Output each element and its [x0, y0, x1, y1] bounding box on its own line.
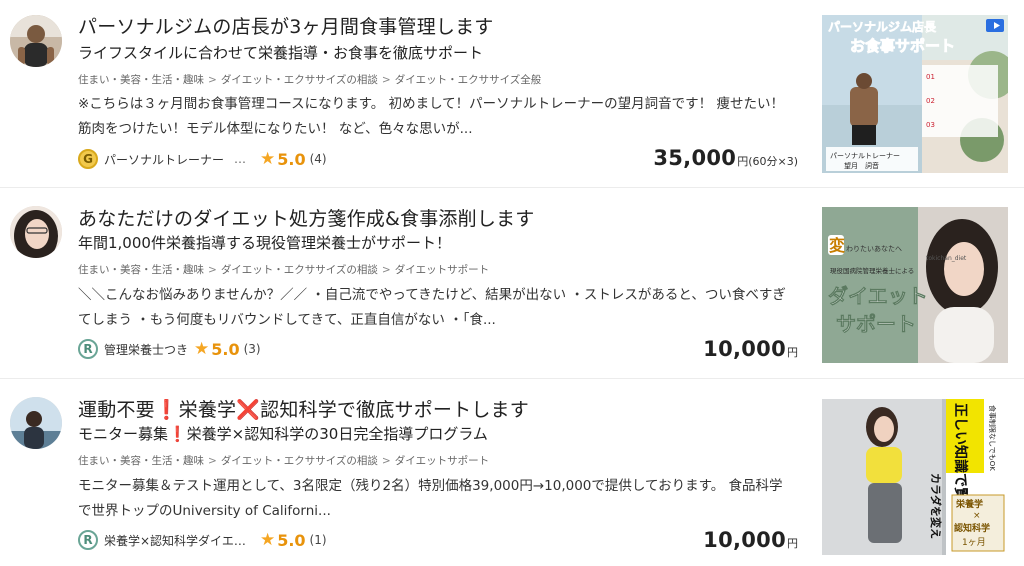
thumb-caption: 望月 詞音 [844, 161, 879, 170]
listing-thumbnail[interactable]: 変 わりたいあなたへ tokichan_diet 現役国病院管理栄養士による ダ… [822, 207, 1008, 363]
thumb-list: 03 [926, 121, 935, 129]
review-count: (1) [309, 533, 327, 547]
service-listing[interactable]: 運動不要❗栄養学❌認知科学で徹底サポートします モニター募集❗栄養学×認知科学の… [0, 379, 1024, 566]
service-listing[interactable]: パーソナルジムの店長が3ヶ月間食事管理します ライフスタイルに合わせて栄養指導・… [0, 0, 1024, 187]
listing-thumbnail[interactable]: パーソナルトレーナー 望月 詞音 01 02 03 パーソナルジム店長 お食事サ… [822, 15, 1008, 173]
listing-subtitle: モニター募集❗栄養学×認知科学の30日完全指導プログラム [78, 425, 488, 443]
thumb-line: ダイエット [828, 284, 928, 308]
price: 10,000 円 [703, 337, 798, 361]
thumb-small-text: わりたいあなたへ [846, 245, 902, 253]
breadcrumb-item[interactable]: 住まい・美容・生活・趣味 [78, 264, 204, 276]
price-unit: 円 [787, 346, 798, 359]
breadcrumb: 住まい・美容・生活・趣味 > ダイエット・エクササイズの相談 > ダイエット・エクササイ… [78, 72, 541, 87]
more-seller-info: … [234, 152, 247, 166]
listing-description: モニター募集＆テスト運用として、3名限定（残り2名）特別価格39,000円→10… [78, 474, 798, 524]
thumb-box-text: 栄養学 [955, 498, 983, 510]
thumb-tag: tokichan_diet [926, 255, 967, 262]
thumb-box-text: 1ヶ月 [962, 537, 986, 548]
chevron-right-icon: > [208, 264, 217, 276]
thumb-big-char: 変 [829, 236, 845, 255]
thumb-list: 01 [926, 73, 935, 81]
description-line: モニター募集＆テスト運用として、3名限定（残り2名）特別価格39,000円→10… [78, 478, 783, 494]
price-amount: 10,000 [703, 528, 786, 552]
seller-info: G パーソナルトレーナー … ★ 5.0 (4) [78, 148, 327, 170]
listing-subtitle: ライフスタイルに合わせて栄養指導・お食事を徹底サポート [78, 44, 484, 62]
listing-subtitle: 年間1,000件栄養指導する現役管理栄養士がサポート！ [78, 234, 451, 252]
gold-rank-badge-icon: G [78, 149, 98, 169]
price-amount: 35,000 [653, 146, 737, 170]
breadcrumb: 住まい・美容・生活・趣味 > ダイエット・エクササイズの相談 > ダイエットサポート [78, 453, 489, 468]
listing-thumbnail[interactable]: 食事制限なしでもOK 正しい知識で賢く カラダを変え 栄養学 × 認知科学 1ヶ… [822, 399, 1008, 555]
description-line: てしまう ・もう何度もリバウンドしてきて、正直自信がない ・「食... [78, 312, 496, 328]
star-icon: ★ [194, 339, 210, 359]
service-listing[interactable]: あなただけのダイエット処方箋作成&食事添削します 年間1,000件栄養指導する現… [0, 188, 1024, 378]
star-icon: ★ [259, 530, 276, 550]
listing-title[interactable]: 運動不要❗栄養学❌認知科学で徹底サポートします [78, 395, 529, 422]
listing-title[interactable]: パーソナルジムの店長が3ヶ月間食事管理します [78, 12, 494, 39]
description-line: 筋肉をつけたい！モデル体型になりたい！ など、色々な思いが... [78, 121, 473, 137]
breadcrumb: 住まい・美容・生活・趣味 > ダイエット・エクササイズの相談 > ダイエットサポート [78, 262, 489, 277]
seller-info: R 管理栄養士つき ★ 5.0 (3) [78, 338, 261, 360]
thumb-side-text: 食事制限なしでもOK [988, 405, 997, 471]
description-line: ※こちらは３ヶ月間お食事管理コースになります。 初めまして！パーソナルトレーナー… [78, 96, 784, 112]
thumb-heading: お食事サポート [850, 37, 955, 55]
seller-name[interactable]: 管理栄養士つき [104, 341, 188, 358]
thumb-sub: 現役国病院管理栄養士による [830, 266, 914, 275]
regular-rank-badge-icon: R [78, 530, 98, 550]
breadcrumb-item[interactable]: ダイエット・エクササイズ全般 [395, 74, 542, 86]
chevron-right-icon: > [381, 455, 391, 467]
breadcrumb-item[interactable]: 住まい・美容・生活・趣味 [78, 455, 204, 467]
breadcrumb-item[interactable]: ダイエットサポート [395, 455, 489, 467]
description-line: ＼＼こんなお悩みありませんか？／／ ・自己流でやってきたけど、結果が出ない ・ス… [78, 287, 786, 303]
price-amount: 10,000 [703, 337, 786, 361]
avatar[interactable] [10, 15, 62, 67]
chevron-right-icon: > [381, 74, 391, 86]
price-unit: 円(60分×3) [737, 155, 798, 168]
price-unit: 円 [787, 537, 798, 550]
breadcrumb-item[interactable]: ダイエット・エクササイズの相談 [221, 264, 378, 276]
review-count: (3) [243, 342, 261, 356]
price: 10,000 円 [703, 528, 798, 552]
thumb-heading: パーソナルジム店長 [828, 19, 937, 34]
rating-score: 5.0 [277, 149, 306, 169]
breadcrumb-item[interactable]: 住まい・美容・生活・趣味 [78, 74, 204, 86]
thumb-list: 02 [926, 97, 935, 105]
star-icon: ★ [260, 149, 276, 169]
video-camera-icon [986, 19, 1004, 32]
listing-description: ＼＼こんなお悩みありませんか？／／ ・自己流でやってきたけど、結果が出ない ・ス… [78, 283, 798, 333]
thumb-line: サポート [836, 312, 916, 336]
review-count: (4) [309, 152, 327, 166]
listing-title[interactable]: あなただけのダイエット処方箋作成&食事添削します [78, 204, 534, 231]
price: 35,000 円(60分×3) [653, 146, 798, 170]
thumb-box-text: 認知科学 [954, 522, 990, 534]
chevron-right-icon: > [208, 74, 217, 86]
description-line: で世界トップのUniversity of Californi... [78, 503, 331, 519]
breadcrumb-item[interactable]: ダイエット・エクササイズの相談 [221, 74, 378, 86]
chevron-right-icon: > [208, 455, 217, 467]
breadcrumb-item[interactable]: ダイエット・エクササイズの相談 [221, 455, 378, 467]
thumb-caption: パーソナルトレーナー [830, 152, 900, 160]
avatar[interactable] [10, 397, 62, 449]
thumb-box-text: × [973, 511, 981, 521]
seller-name[interactable]: 栄養学×認知科学ダイエ… [104, 532, 246, 549]
seller-info: R 栄養学×認知科学ダイエ… ★ 5.0 (1) [78, 529, 327, 551]
thumb-vertical: カラダを変え [929, 473, 943, 539]
regular-rank-badge-icon: R [78, 339, 98, 359]
listing-description: ※こちらは３ヶ月間お食事管理コースになります。 初めまして！パーソナルトレーナー… [78, 92, 798, 142]
rating-score: 5.0 [211, 339, 240, 359]
seller-name[interactable]: パーソナルトレーナー [104, 151, 224, 168]
rating-score: 5.0 [277, 530, 306, 550]
chevron-right-icon: > [381, 264, 391, 276]
avatar[interactable] [10, 206, 62, 258]
breadcrumb-item[interactable]: ダイエットサポート [395, 264, 489, 276]
